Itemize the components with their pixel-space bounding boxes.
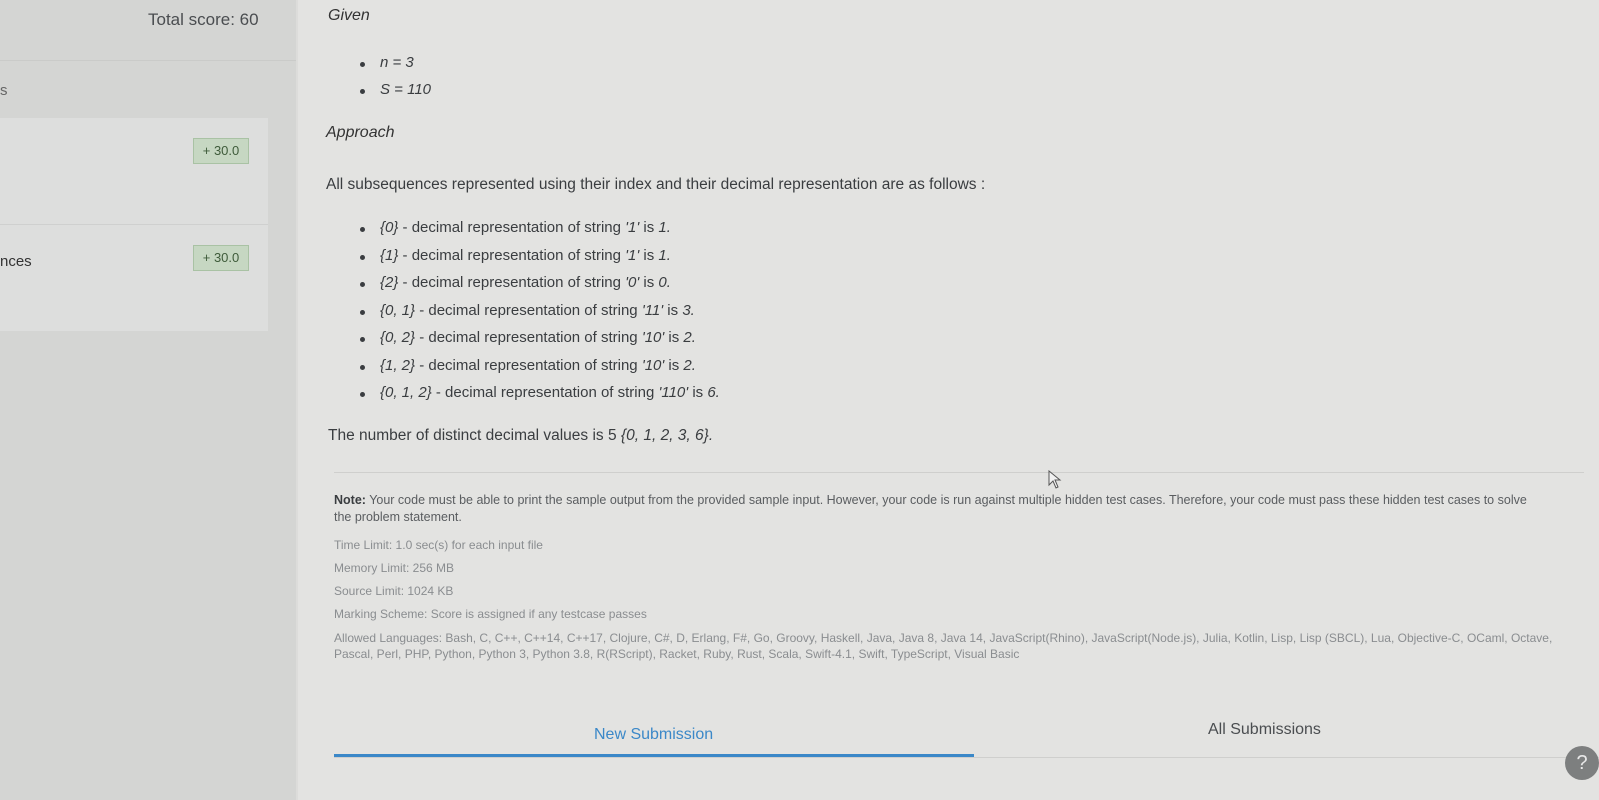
problem-limits: Time Limit: 1.0 sec(s) for each input fi… bbox=[334, 538, 1574, 661]
testcase-row[interactable]: + 30.0 bbox=[0, 118, 268, 225]
source-limit: Source Limit: 1024 KB bbox=[334, 584, 454, 598]
active-tab-indicator bbox=[334, 754, 974, 757]
testcase-row[interactable]: nces + 30.0 bbox=[0, 225, 268, 331]
testcase-label: nces bbox=[0, 253, 32, 270]
subsequence-list: {0} - decimal representation of string '… bbox=[360, 219, 720, 412]
subsequence-item: {1} - decimal representation of string '… bbox=[360, 247, 720, 275]
subsequence-item: {2} - decimal representation of string '… bbox=[360, 274, 720, 302]
tab-new-submission[interactable]: New Submission bbox=[594, 726, 713, 744]
score-badge: + 30.0 bbox=[193, 138, 249, 164]
note-paragraph: Note: Your code must be able to print th… bbox=[334, 492, 1534, 526]
problem-content: Given n = 3 S = 110 Approach All subsequ… bbox=[298, 0, 1599, 800]
marking-scheme: Marking Scheme: Score is assigned if any… bbox=[334, 607, 647, 621]
help-icon[interactable]: ? bbox=[1565, 746, 1599, 780]
given-title: Given bbox=[328, 7, 370, 24]
subsequence-item: {1, 2} - decimal representation of strin… bbox=[360, 357, 720, 385]
time-limit: Time Limit: 1.0 sec(s) for each input fi… bbox=[334, 538, 543, 552]
given-list: n = 3 S = 110 bbox=[360, 54, 431, 108]
approach-intro: All subsequences represented using their… bbox=[326, 176, 986, 193]
approach-title: Approach bbox=[326, 124, 395, 141]
tab-all-submissions[interactable]: All Submissions bbox=[1208, 721, 1321, 739]
mouse-pointer-icon bbox=[1048, 470, 1062, 489]
result-sentence: The number of distinct decimal values is… bbox=[328, 427, 714, 444]
subsequence-item: {0, 1} - decimal representation of strin… bbox=[360, 302, 720, 330]
sidebar-truncated-text: s bbox=[0, 82, 8, 99]
total-score: Total score: 60 bbox=[148, 10, 259, 29]
subsequence-item: {0} - decimal representation of string '… bbox=[360, 219, 720, 247]
sidebar-divider bbox=[0, 60, 296, 61]
tab-bar-line bbox=[334, 757, 1599, 758]
note-label: Note: bbox=[334, 493, 366, 507]
subsequence-item: {0, 2} - decimal representation of strin… bbox=[360, 329, 720, 357]
given-item: S = 110 bbox=[360, 81, 431, 108]
score-badge: + 30.0 bbox=[193, 245, 249, 271]
section-divider bbox=[334, 472, 1584, 473]
subsequence-item: {0, 1, 2} - decimal representation of st… bbox=[360, 384, 720, 412]
allowed-languages: Allowed Languages: Bash, C, C++, C++14, … bbox=[334, 631, 1553, 661]
note-text: Your code must be able to print the samp… bbox=[334, 493, 1527, 524]
memory-limit: Memory Limit: 256 MB bbox=[334, 561, 455, 575]
left-sidebar: Total score: 60 s + 30.0 nces + 30.0 bbox=[0, 0, 296, 800]
given-item: n = 3 bbox=[360, 54, 431, 81]
